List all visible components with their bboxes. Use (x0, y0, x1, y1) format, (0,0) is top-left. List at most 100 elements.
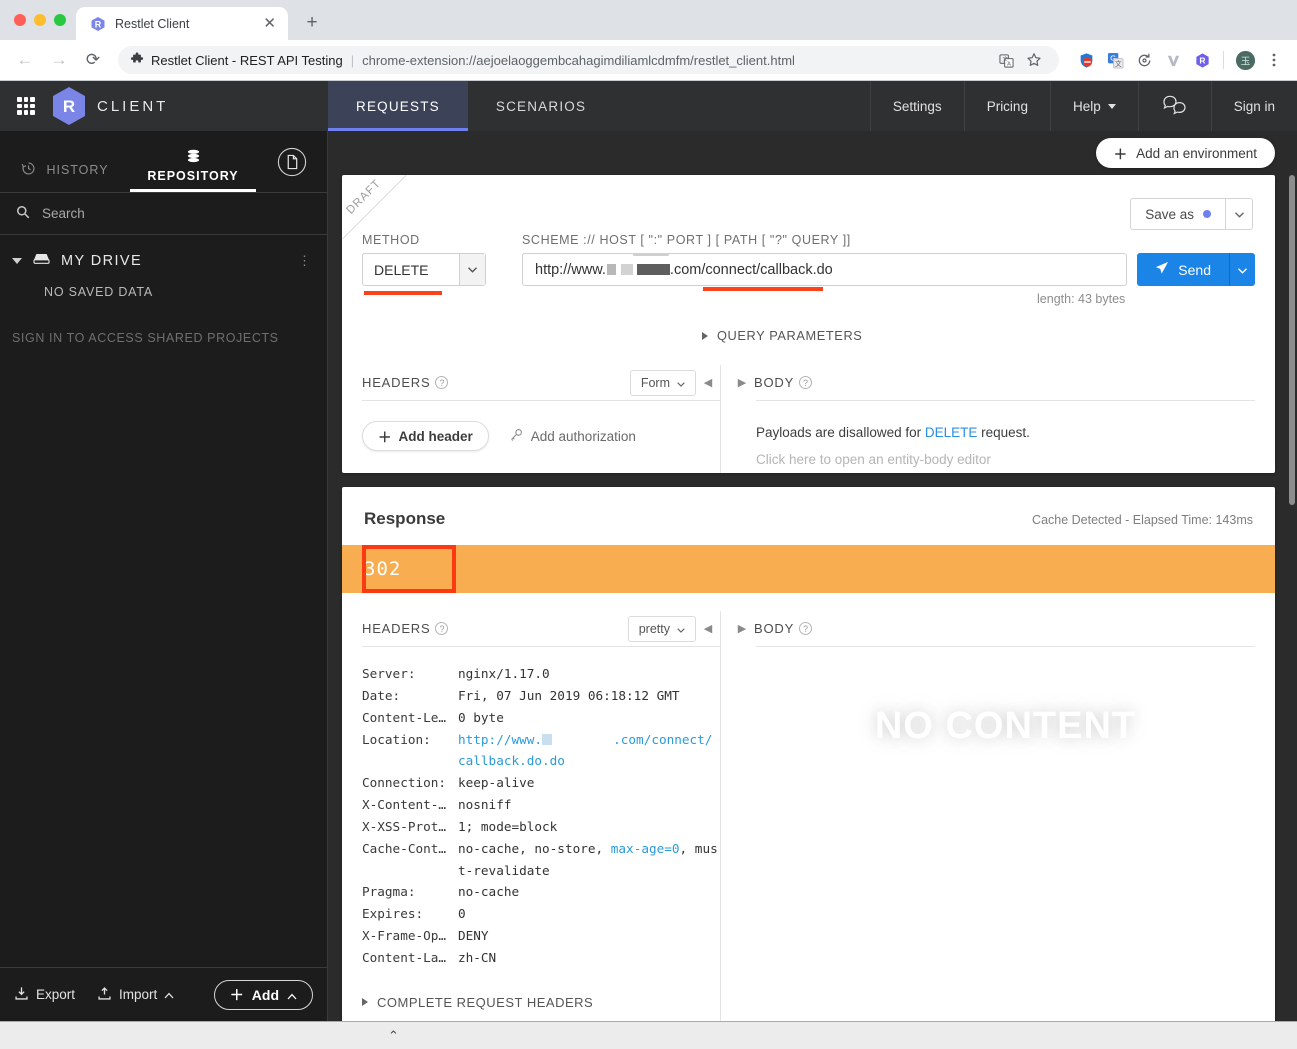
tab-requests[interactable]: REQUESTS (328, 81, 468, 131)
question-mark-icon[interactable]: ? (799, 376, 813, 389)
add-authorization-label: Add authorization (530, 428, 636, 444)
back-arrow-icon[interactable]: ← (10, 45, 40, 75)
import-button[interactable]: Import (97, 986, 174, 1004)
header-value-location-link[interactable]: http://www. .com/connect/callback.do.do (458, 729, 720, 773)
table-row: Connection: keep-alive (362, 772, 720, 794)
plus-icon: ＋ (229, 986, 244, 1003)
save-as-dropdown-button[interactable] (1225, 198, 1253, 230)
clock-history-icon (21, 161, 36, 179)
signin-shared-projects-note: SIGN IN TO ACCESS SHARED PROJECTS (12, 331, 279, 345)
history-sync-icon[interactable] (1131, 47, 1157, 73)
search-input[interactable]: Search (42, 206, 85, 221)
tab-scenarios[interactable]: SCENARIOS (468, 81, 614, 131)
send-dropdown-button[interactable] (1229, 253, 1255, 286)
response-format-select[interactable]: pretty (627, 615, 696, 642)
url-suffix: .com/connect/callback.do (669, 261, 833, 278)
sidebar-tab-repository[interactable]: REPOSITORY (130, 149, 256, 192)
pricing-button[interactable]: Pricing (963, 81, 1050, 131)
triangle-down-icon[interactable] (12, 258, 22, 264)
chrome-menu-icon[interactable] (1261, 47, 1287, 73)
query-parameters-toggle[interactable]: QUERY PARAMETERS (702, 328, 1127, 343)
add-button[interactable]: ＋ Add (213, 979, 313, 1010)
method-annotation-underline (364, 291, 442, 295)
profile-avatar-icon[interactable]: 玉 (1232, 47, 1258, 73)
complete-request-headers-label: COMPLETE REQUEST HEADERS (377, 994, 594, 1010)
chat-button[interactable] (1137, 81, 1211, 131)
browser-tab[interactable]: R Restlet Client ✕ (76, 7, 288, 40)
scrollbar-thumb[interactable] (1289, 175, 1295, 505)
add-authorization-button[interactable]: Add authorization (509, 428, 636, 445)
restlet-app: R CLIENT REQUESTS SCENARIOS Settings Pri… (0, 81, 1297, 1021)
arrow-left-icon[interactable]: ◀ (696, 376, 720, 389)
payload-line-before: Payloads are disallowed for (756, 425, 925, 440)
adblock-icon[interactable] (1073, 47, 1099, 73)
header-key: Content-La… (362, 949, 447, 965)
svg-text:A: A (1007, 61, 1011, 67)
question-mark-icon[interactable]: ? (435, 376, 449, 389)
help-menu[interactable]: Help (1049, 81, 1138, 131)
restlet-logo-icon: R (90, 16, 106, 32)
sidebar-tab-history[interactable]: HISTORY (0, 161, 130, 192)
chevron-down-icon[interactable] (459, 254, 485, 285)
export-button[interactable]: Export (14, 986, 75, 1004)
forward-arrow-icon[interactable]: → (44, 45, 74, 75)
apps-grid-icon[interactable] (17, 97, 35, 115)
app-top-bar: R CLIENT REQUESTS SCENARIOS Settings Pri… (0, 81, 1297, 131)
restlet-hex-logo-icon[interactable]: R (51, 86, 87, 126)
chevron-down-icon (677, 622, 685, 636)
save-as-button[interactable]: Save as (1130, 198, 1225, 230)
document-page-icon[interactable] (277, 147, 307, 182)
no-saved-data-label: NO SAVED DATA (44, 285, 154, 299)
complete-request-headers-toggle[interactable]: COMPLETE REQUEST HEADERS (362, 995, 720, 1010)
maximize-window-button[interactable] (54, 14, 66, 26)
entity-body-editor-link[interactable]: Click here to open an entity-body editor (756, 446, 1255, 473)
header-value: 1; mode=block (458, 818, 558, 834)
arrow-left-icon[interactable]: ◀ (696, 622, 720, 635)
sidebar-item-my-drive[interactable]: MY DRIVE ⋮ (0, 235, 327, 271)
request-sections: HEADERS ? Form ◀ ＋ Add header Add author… (342, 365, 1275, 473)
send-button[interactable]: Send (1137, 253, 1229, 286)
add-header-button[interactable]: ＋ Add header (362, 421, 489, 451)
response-panel: Response Cache Detected - Elapsed Time: … (342, 487, 1275, 1021)
method-select[interactable]: DELETE (362, 253, 486, 286)
add-label: Add (251, 986, 279, 1003)
header-key: Location: (362, 731, 431, 747)
v-extension-icon[interactable] (1160, 47, 1186, 73)
question-mark-icon[interactable]: ? (435, 622, 449, 635)
svg-text:R: R (1199, 55, 1205, 65)
triangle-right-icon (362, 998, 368, 1007)
headers-format-select[interactable]: Form (629, 369, 696, 396)
response-header: Response Cache Detected - Elapsed Time: … (342, 487, 1275, 529)
close-window-button[interactable] (14, 14, 26, 26)
new-tab-button[interactable]: + (298, 9, 326, 37)
minimize-window-button[interactable] (34, 14, 46, 26)
kebab-menu-icon[interactable]: ⋮ (298, 254, 311, 267)
star-icon[interactable] (1021, 47, 1047, 73)
reload-icon[interactable]: ⟳ (78, 45, 108, 75)
url-input[interactable]: http://www. .com/connect/callback.do (522, 253, 1128, 286)
chevron-up-icon[interactable]: ⌃ (388, 1028, 399, 1044)
header-value: Fri, 07 Jun 2019 06:18:12 GMT (458, 687, 680, 703)
arrow-right-icon[interactable]: ▶ (730, 622, 754, 635)
settings-button[interactable]: Settings (869, 81, 964, 131)
add-header-label: Add header (398, 428, 473, 444)
google-translate-icon[interactable]: G文 (1102, 47, 1128, 73)
close-icon[interactable]: ✕ (261, 16, 278, 31)
header-value: no-cache, no-store, max-age=0, must-reva… (458, 840, 718, 878)
unsaved-dot-indicator (1203, 210, 1211, 218)
arrow-right-icon[interactable]: ▶ (730, 376, 754, 389)
address-bar[interactable]: Restlet Client - REST API Testing | chro… (118, 46, 1059, 74)
restlet-extension-icon[interactable]: R (1189, 47, 1215, 73)
drive-icon (32, 251, 51, 271)
browser-window: R Restlet Client ✕ + ← → ⟳ Restlet Clien… (0, 0, 1297, 1049)
method-label: METHOD (362, 233, 420, 247)
question-mark-icon[interactable]: ? (799, 622, 813, 635)
translate-icon[interactable]: 文A (993, 47, 1019, 73)
omnibox-separator: | (350, 52, 355, 68)
sidebar-search[interactable]: Search (0, 193, 327, 235)
browser-toolbar: ← → ⟳ Restlet Client - REST API Testing … (0, 40, 1297, 81)
add-environment-button[interactable]: ＋ Add an environment (1095, 138, 1275, 168)
delete-method-link[interactable]: DELETE (925, 425, 978, 440)
main-scrollbar[interactable] (1287, 175, 1297, 1021)
sign-in-button[interactable]: Sign in (1210, 81, 1297, 131)
